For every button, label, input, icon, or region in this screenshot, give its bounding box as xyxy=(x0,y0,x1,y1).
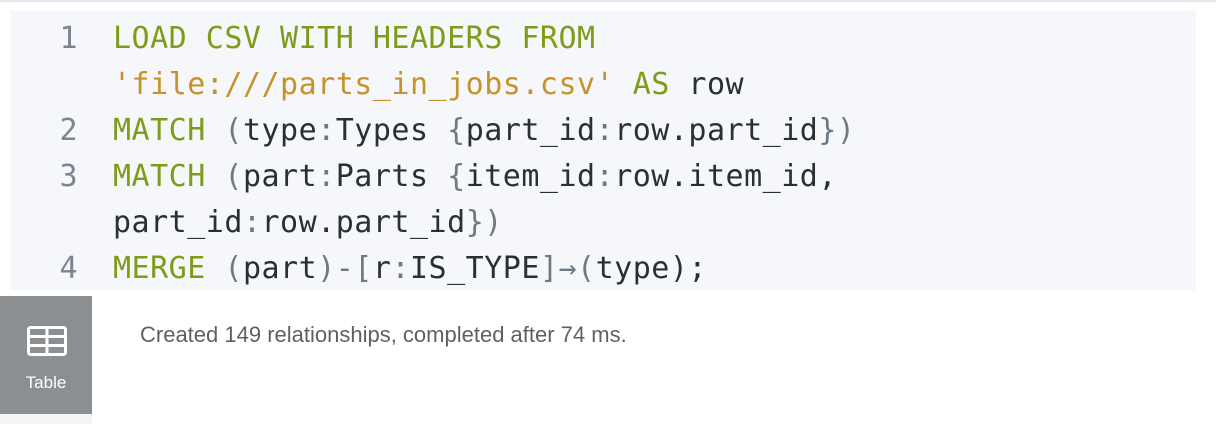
code-token-plain: r xyxy=(372,251,392,286)
query-result-frame: 1 LOAD CSV WITH HEADERS FROM 'file:///part… xyxy=(0,0,1216,424)
code-token-punct: { xyxy=(428,113,466,148)
code-token-kw: LOAD CSV WITH HEADERS FROM xyxy=(113,21,596,56)
table-tab-label: Table xyxy=(25,373,67,392)
code-text: part_id:row.part_id}) xyxy=(113,200,1196,246)
code-token-punct: ]→( xyxy=(539,251,596,286)
code-text: MATCH (part:Parts {item_id:row.item_id, xyxy=(113,154,1196,200)
code-line: 4 MERGE (part)-[r:IS_TYPE]→(type); xyxy=(10,246,1196,292)
code-token-str: 'file:///parts_in_jobs.csv' xyxy=(113,67,615,102)
code-token-plain: IS_TYPE xyxy=(410,251,540,286)
query-editor[interactable]: 1 LOAD CSV WITH HEADERS FROM 'file:///part… xyxy=(10,10,1196,290)
code-token-kw: MATCH xyxy=(113,113,206,148)
code-line: 3 MATCH (part:Parts {item_id:row.item_id, xyxy=(10,154,1196,200)
line-number xyxy=(10,200,113,246)
code-token-punct: : xyxy=(242,205,262,240)
code-token-plain: part_id xyxy=(113,205,243,240)
code-token-plain: type xyxy=(242,113,318,148)
table-icon xyxy=(27,326,67,356)
code-token-punct: ( xyxy=(205,251,243,286)
code-token-punct: : xyxy=(595,113,615,148)
code-token-plain: row xyxy=(669,67,745,102)
line-number: 4 xyxy=(59,251,78,286)
code-line: 2 MATCH (type:Types {part_id:row.part_id}… xyxy=(10,108,1196,154)
code-token-punct: { xyxy=(428,159,466,194)
code-token-punct: : xyxy=(391,251,410,286)
code-token-plain: Types xyxy=(335,113,429,148)
code-line: 1 LOAD CSV WITH HEADERS FROM xyxy=(10,16,1196,62)
line-number: 1 xyxy=(59,21,78,56)
code-token-plain: ); xyxy=(669,251,707,286)
code-token-punct: : xyxy=(317,159,336,194)
code-token-kw: MATCH xyxy=(113,159,206,194)
line-number: 2 xyxy=(59,113,78,148)
code-token-punct: }) xyxy=(818,113,856,148)
code-token-kw: MERGE xyxy=(113,251,206,286)
line-number xyxy=(10,62,113,108)
code-token-punct: ( xyxy=(205,113,243,148)
code-text: 'file:///parts_in_jobs.csv' AS row xyxy=(113,62,1196,108)
code-token-plain: Parts xyxy=(335,159,429,194)
code-token-plain: part_id xyxy=(465,113,596,148)
code-token-punct: : xyxy=(317,113,336,148)
code-token-punct: : xyxy=(595,159,615,194)
code-token-punct: ( xyxy=(205,159,243,194)
code-text: MERGE (part)-[r:IS_TYPE]→(type); xyxy=(113,246,1196,292)
code-line: 'file:///parts_in_jobs.csv' AS row xyxy=(10,62,1196,108)
code-token-plain: part xyxy=(242,159,318,194)
code-token-plain: item_id xyxy=(465,159,596,194)
line-number: 3 xyxy=(59,159,78,194)
code-token-plain: row.item_id, xyxy=(614,159,837,194)
table-view-tab[interactable]: Table xyxy=(0,296,92,414)
code-token-plain: row.part_id xyxy=(614,113,819,148)
result-message: Created 149 relationships, completed aft… xyxy=(140,322,627,347)
code-token-punct: )-[ xyxy=(317,251,373,286)
code-token-punct: }) xyxy=(465,205,503,240)
code-token-plain: type xyxy=(595,251,670,286)
code-token-plain: part xyxy=(242,251,318,286)
sidebar-filler xyxy=(0,414,92,424)
code-line: part_id:row.part_id}) xyxy=(10,200,1196,246)
code-text: LOAD CSV WITH HEADERS FROM xyxy=(113,16,1196,62)
code-token-kw: AS xyxy=(632,67,670,102)
code-token-plain: row.part_id xyxy=(261,205,466,240)
code-text: MATCH (type:Types {part_id:row.part_id}) xyxy=(113,108,1196,154)
